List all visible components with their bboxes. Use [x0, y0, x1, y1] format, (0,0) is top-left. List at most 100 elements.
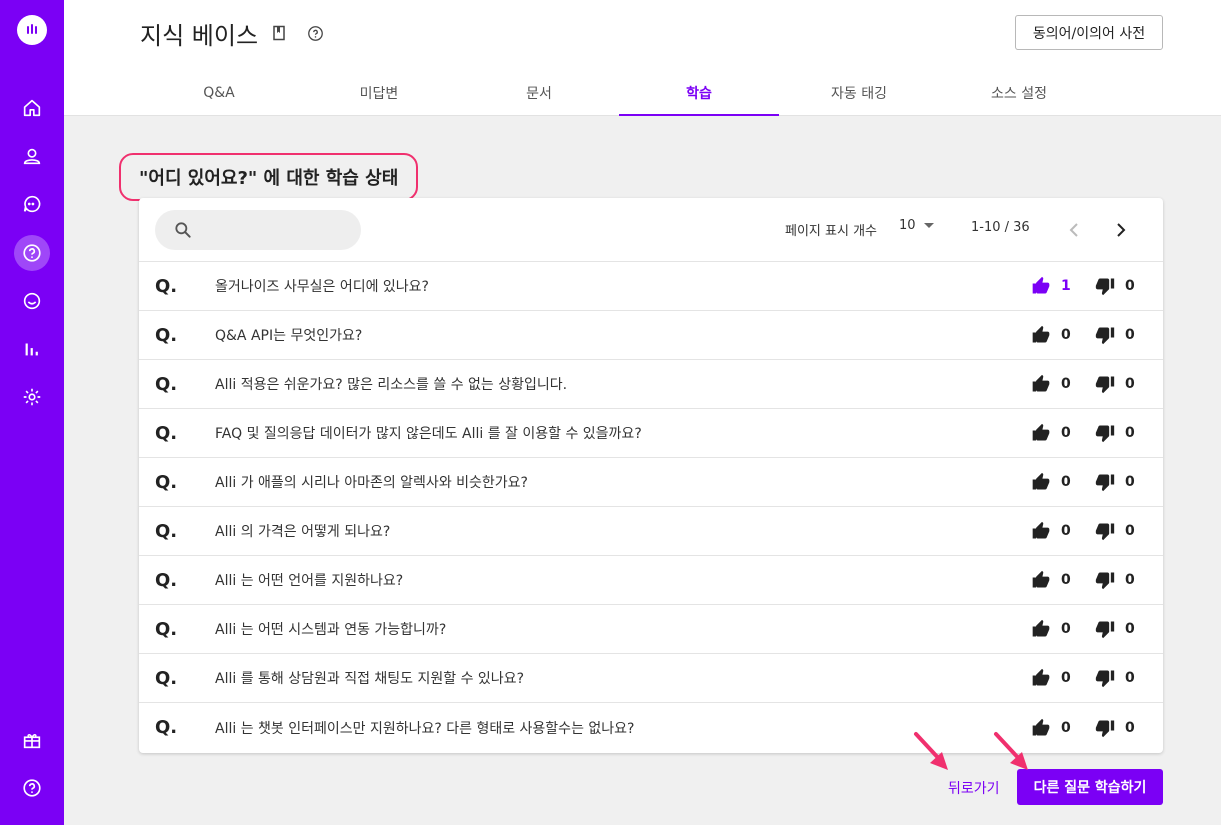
question-text[interactable]: Alli 는 챗봇 인터페이스만 지원하나요? 다른 형태로 사용할수는 없나요… [215, 718, 634, 738]
like-button[interactable]: 0 [1031, 718, 1071, 738]
thumbs-up-icon [1032, 570, 1050, 588]
search-icon [175, 222, 191, 238]
dislike-count: 0 [1125, 327, 1135, 343]
next-page-button[interactable] [1111, 220, 1131, 240]
table-row[interactable]: Q. Alli 가 애플의 시리나 아마존의 알렉사와 비슷한가요? 0 0 [139, 458, 1163, 507]
question-text[interactable]: Q&A API는 무엇인가요? [215, 325, 362, 345]
like-button[interactable]: 0 [1031, 472, 1071, 492]
like-button[interactable]: 0 [1031, 374, 1071, 394]
like-count: 0 [1061, 474, 1071, 490]
thumbs-down-icon [1095, 278, 1115, 296]
dislike-count: 0 [1125, 621, 1135, 637]
user-icon [23, 148, 41, 165]
dislike-button[interactable]: 0 [1095, 619, 1135, 639]
sidebar-item-users[interactable] [14, 138, 50, 174]
help-icon [23, 779, 41, 797]
question-marker: Q. [155, 618, 178, 640]
page-title: 지식 베이스 [140, 22, 259, 50]
question-marker: Q. [155, 471, 178, 493]
question-marker: Q. [155, 569, 178, 591]
table-row[interactable]: Q. FAQ 및 질의응답 데이터가 많지 않은데도 Alli 를 잘 이용할 수… [139, 409, 1163, 458]
learning-status-table: 페이지 표시 개수 10 1-10 / 36 Q. 올거나이즈 사무실은 어디에 … [139, 198, 1163, 753]
sidebar-item-gift[interactable] [14, 722, 50, 758]
dislike-button[interactable]: 0 [1095, 718, 1135, 738]
like-button[interactable]: 0 [1031, 570, 1071, 590]
thumbs-down-icon [1095, 376, 1115, 394]
home-icon [23, 99, 41, 117]
question-text[interactable]: Alli 가 애플의 시리나 아마존의 알렉사와 비슷한가요? [215, 472, 528, 492]
question-text[interactable]: Alli 의 가격은 어떻게 되나요? [215, 521, 390, 541]
chevron-left-icon [1069, 223, 1078, 237]
table-row[interactable]: Q. Alli 적용은 쉬운가요? 많은 리소스를 쓸 수 없는 상황입니다. 0 0 [139, 360, 1163, 409]
like-button[interactable]: 0 [1031, 619, 1071, 639]
like-button[interactable]: 0 [1031, 325, 1071, 345]
sidebar-item-conversations[interactable] [14, 283, 50, 319]
question-marker: Q. [155, 324, 178, 346]
dislike-button[interactable]: 0 [1095, 472, 1135, 492]
sidebar-item-home[interactable] [14, 90, 50, 126]
table-row[interactable]: Q. Alli 는 어떤 언어를 지원하나요? 0 0 [139, 556, 1163, 605]
tab-auto-tagging[interactable]: 자동 태깅 [779, 70, 939, 116]
rows-per-page-select[interactable]: 10 [899, 218, 934, 233]
dislike-button[interactable]: 0 [1095, 325, 1135, 345]
section-title: "어디 있어요?" 에 대한 학습 상태 [119, 153, 419, 201]
table-toolbar: 페이지 표시 개수 10 1-10 / 36 [139, 198, 1163, 262]
table-row[interactable]: Q. Alli 는 어떤 시스템과 연동 가능합니까? 0 0 [139, 605, 1163, 654]
bookmark-icon[interactable] [270, 24, 288, 42]
dislike-button[interactable]: 0 [1095, 570, 1135, 590]
dislike-button[interactable]: 0 [1095, 374, 1135, 394]
dislike-button[interactable]: 0 [1095, 276, 1135, 296]
like-button[interactable]: 0 [1031, 521, 1071, 541]
sidebar-item-chat[interactable] [14, 186, 50, 222]
sidebar-item-analytics[interactable] [14, 331, 50, 367]
sidebar-item-help[interactable] [14, 770, 50, 806]
dislike-button[interactable]: 0 [1095, 521, 1135, 541]
prev-page-button[interactable] [1064, 220, 1084, 240]
sidebar-item-knowledge-base[interactable] [14, 235, 50, 271]
tab-unanswered[interactable]: 미답변 [299, 70, 459, 116]
tab-learning[interactable]: 학습 [619, 70, 779, 116]
like-count: 0 [1061, 327, 1071, 343]
search-box[interactable] [155, 210, 361, 250]
dislike-count: 0 [1125, 719, 1135, 736]
table-row[interactable]: Q. 올거나이즈 사무실은 어디에 있나요? 1 0 [139, 262, 1163, 311]
like-button[interactable]: 0 [1031, 668, 1071, 688]
thumbs-down-icon [1095, 327, 1115, 345]
learn-other-question-button[interactable]: 다른 질문 학습하기 [1017, 769, 1163, 805]
thumbs-down-icon [1095, 572, 1115, 590]
like-count: 0 [1061, 719, 1071, 736]
thumbs-down-icon [1095, 720, 1115, 737]
like-count: 0 [1061, 572, 1071, 588]
help-circle-icon[interactable] [306, 24, 324, 42]
question-text[interactable]: Alli 는 어떤 언어를 지원하나요? [215, 570, 403, 590]
search-input[interactable] [201, 222, 351, 238]
like-count: 0 [1061, 670, 1071, 686]
like-count: 0 [1061, 425, 1071, 441]
dislike-count: 0 [1125, 670, 1135, 686]
tab-source-settings[interactable]: 소스 설정 [939, 70, 1099, 116]
tab-qa[interactable]: Q&A [139, 70, 299, 116]
question-text[interactable]: FAQ 및 질의응답 데이터가 많지 않은데도 Alli 를 잘 이용할 수 있… [215, 423, 642, 443]
thumbs-up-icon [1032, 423, 1050, 441]
sidebar-item-settings[interactable] [14, 379, 50, 415]
back-link[interactable]: 뒤로가기 [948, 778, 1000, 798]
table-row[interactable]: Q. Alli 의 가격은 어떻게 되나요? 0 0 [139, 507, 1163, 556]
thumbs-down-icon [1095, 425, 1115, 443]
question-text[interactable]: Alli 를 통해 상담원과 직접 채팅도 지원할 수 있나요? [215, 668, 524, 688]
like-button[interactable]: 1 [1031, 276, 1071, 296]
question-text[interactable]: Alli 는 어떤 시스템과 연동 가능합니까? [215, 619, 446, 639]
app-logo-icon[interactable] [17, 15, 47, 45]
like-button[interactable]: 0 [1031, 423, 1071, 443]
thumbs-up-icon [1032, 521, 1050, 539]
synonym-dictionary-button[interactable]: 동의어/이의어 사전 [1015, 15, 1163, 50]
dislike-button[interactable]: 0 [1095, 423, 1135, 443]
dislike-button[interactable]: 0 [1095, 668, 1135, 688]
table-row[interactable]: Q. Alli 를 통해 상담원과 직접 채팅도 지원할 수 있나요? 0 0 [139, 654, 1163, 703]
conversation-icon [23, 292, 41, 310]
question-text[interactable]: 올거나이즈 사무실은 어디에 있나요? [215, 276, 429, 296]
annotation-arrow-icon [994, 732, 1028, 770]
tab-documents[interactable]: 문서 [459, 70, 619, 116]
table-row[interactable]: Q. Q&A API는 무엇인가요? 0 0 [139, 311, 1163, 360]
knowledge-base-icon [23, 244, 41, 262]
question-text[interactable]: Alli 적용은 쉬운가요? 많은 리소스를 쓸 수 없는 상황입니다. [215, 374, 567, 394]
